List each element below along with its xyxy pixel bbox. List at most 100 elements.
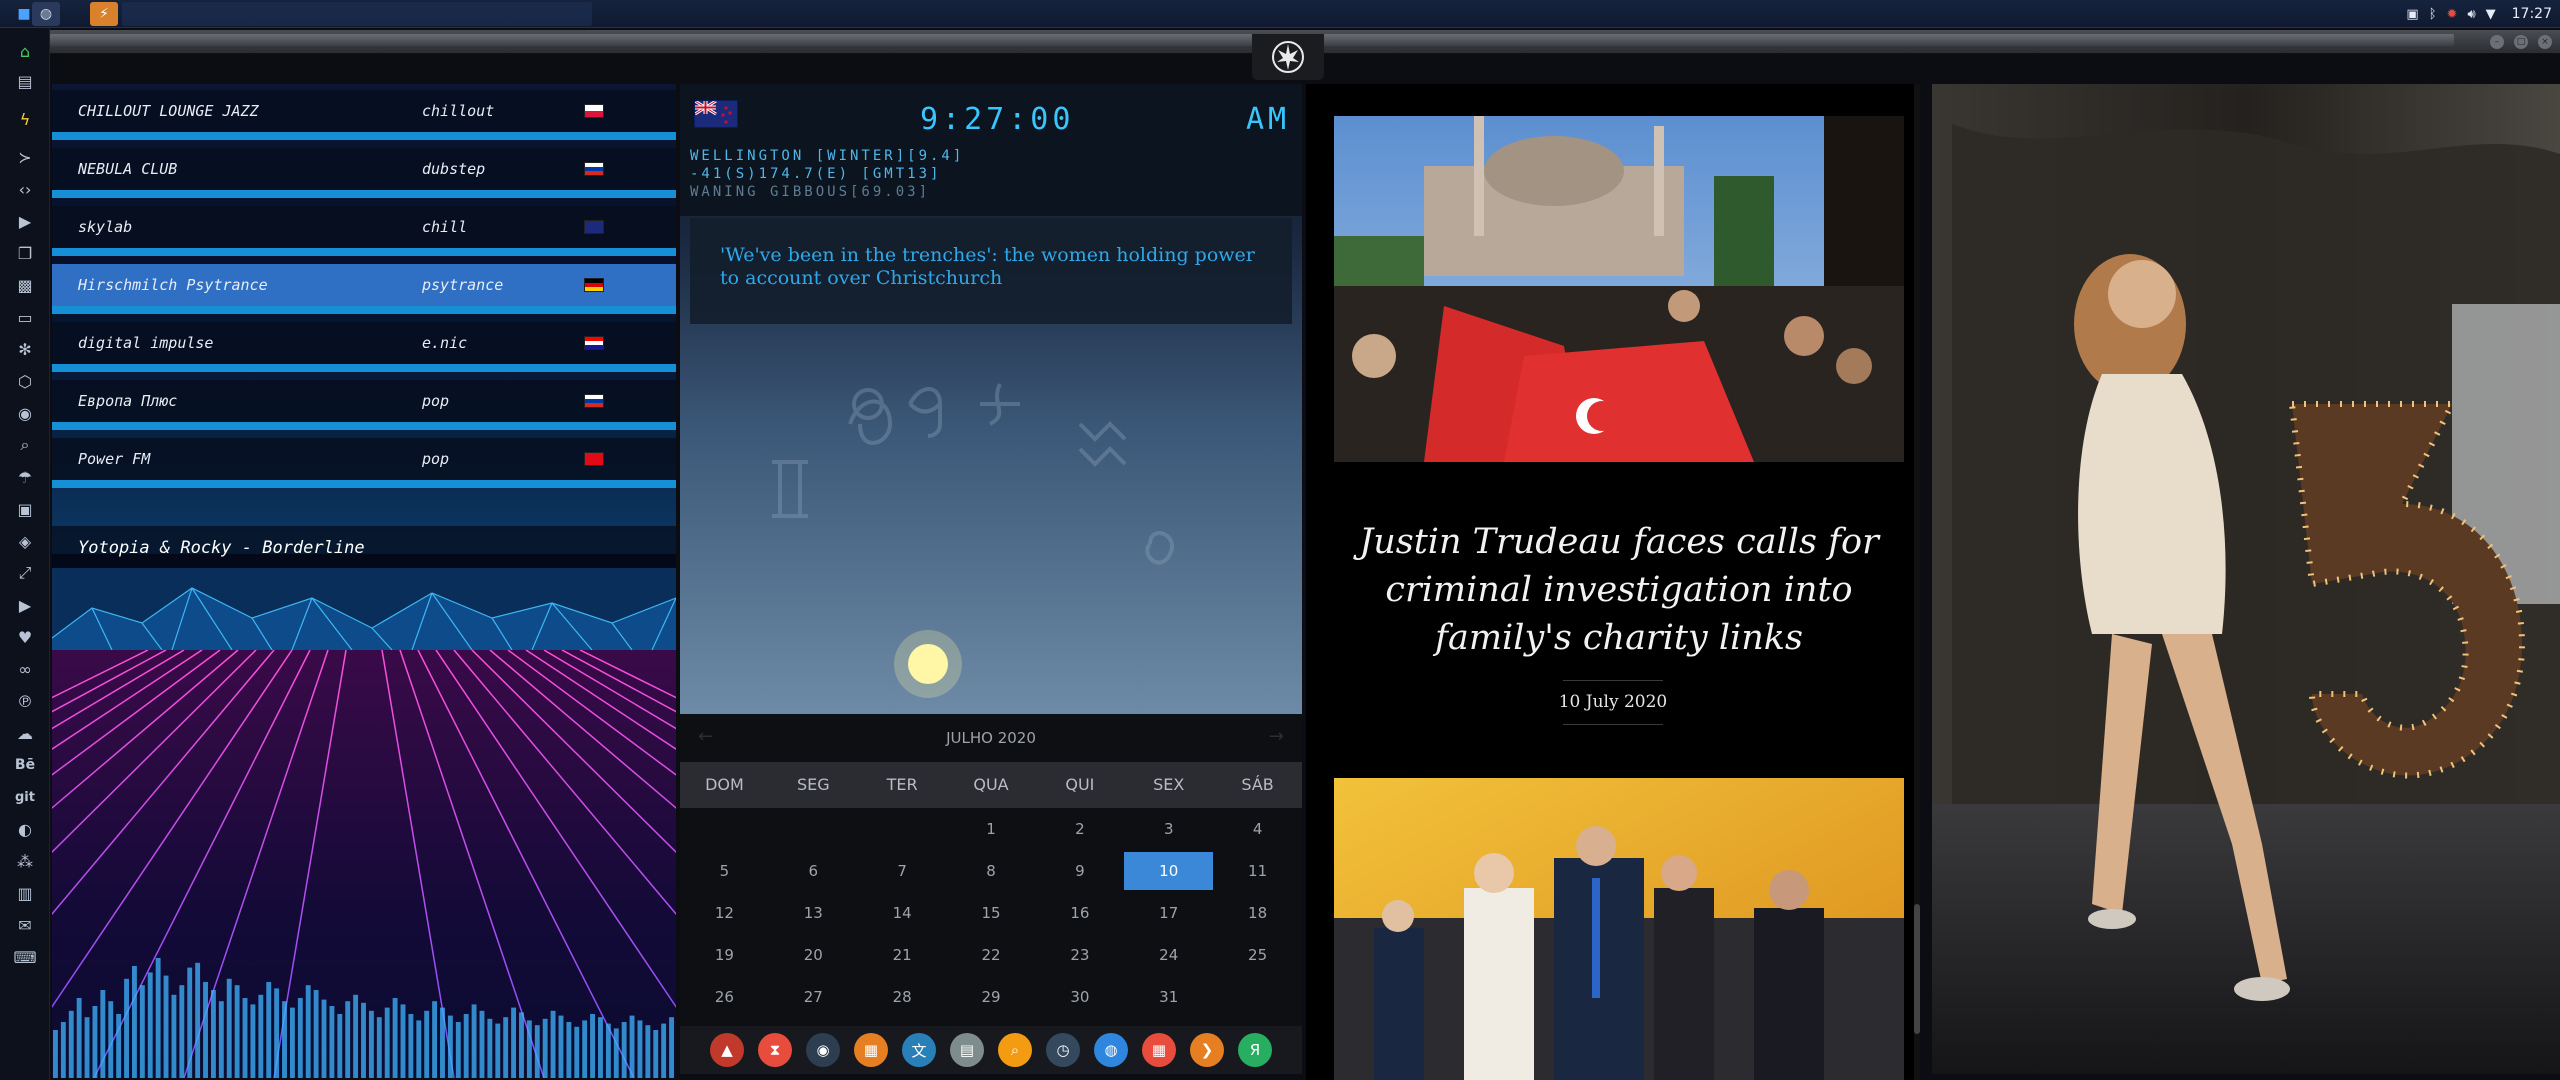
calendar-day[interactable]: 27	[769, 976, 858, 1018]
station-row[interactable]: digital impulse e.nic	[52, 322, 676, 372]
terminal-icon[interactable]: ≻	[12, 144, 38, 170]
calendar-day[interactable]: 29	[947, 976, 1036, 1018]
calendar-app-icon[interactable]: ▦	[1142, 1033, 1176, 1067]
search-app-icon[interactable]: ⌕	[998, 1033, 1032, 1067]
calendar-day[interactable]: 24	[1124, 934, 1213, 976]
link-icon[interactable]: ∞	[12, 656, 38, 682]
screenshot-icon[interactable]: ▣	[2406, 7, 2418, 22]
hourglass-icon[interactable]: ⧗	[758, 1033, 792, 1067]
translator-icon[interactable]: 文	[902, 1033, 936, 1067]
taskbar-area[interactable]	[122, 2, 592, 26]
calendar-day[interactable]: 19	[680, 934, 769, 976]
calendar-day[interactable]: 14	[858, 892, 947, 934]
umbrella-icon[interactable]: ☂	[12, 464, 38, 490]
gear-cog-icon[interactable]: ✻	[12, 336, 38, 362]
expand-icon[interactable]: ⤢	[12, 560, 38, 586]
git-icon[interactable]: git	[12, 784, 38, 810]
volume-icon[interactable]: 🔊︎	[2467, 7, 2475, 22]
pinterest-icon[interactable]: ℗	[12, 688, 38, 714]
youtube-icon[interactable]: ▶	[12, 592, 38, 618]
app-red-icon[interactable]: ▲	[710, 1033, 744, 1067]
calendar-day[interactable]: 1	[947, 808, 1036, 850]
news-photo-trudeau[interactable]	[1334, 778, 1904, 1080]
globe-dock-icon[interactable]: ◉	[12, 400, 38, 426]
keyboard-icon[interactable]: ⌨	[12, 944, 38, 970]
calendar-day[interactable]: 20	[769, 934, 858, 976]
cloud-icon[interactable]: ☁	[12, 720, 38, 746]
calendar-day[interactable]: 25	[1213, 934, 1302, 976]
home-icon[interactable]: ⌂	[12, 38, 38, 64]
station-row[interactable]: NEBULA CLUB dubstep	[52, 148, 676, 198]
settings-icon[interactable]: ✹	[2447, 7, 2458, 22]
calendar-today[interactable]: 10	[1124, 852, 1214, 890]
document-icon[interactable]: ▤	[12, 68, 38, 94]
station-row[interactable]: Hirschmilch Psytrance psytrance	[52, 264, 676, 314]
map-icon[interactable]: ▥	[12, 880, 38, 906]
maximize-icon[interactable]: □	[2514, 35, 2528, 49]
nz-news-card[interactable]: 'We've been in the trenches': the women …	[690, 218, 1292, 324]
news-headline[interactable]: Justin Trudeau faces calls for criminal …	[1334, 518, 1904, 662]
calendar-day[interactable]: 21	[858, 934, 947, 976]
heart-icon[interactable]: ♥	[12, 624, 38, 650]
station-row[interactable]: Power FM pop	[52, 438, 676, 488]
station-row[interactable]: skylab chill	[52, 206, 676, 256]
calendar-day[interactable]: 23	[1035, 934, 1124, 976]
calendar-day[interactable]: 16	[1035, 892, 1124, 934]
mail-icon[interactable]: ✉	[12, 912, 38, 938]
system-monitor-icon[interactable]: ◉	[806, 1033, 840, 1067]
calendar-day[interactable]: 11	[1213, 850, 1302, 892]
calendar-day[interactable]: 30	[1035, 976, 1124, 1018]
bluetooth-icon[interactable]: ᛒ	[2429, 7, 2437, 22]
packages-icon[interactable]: ⁂	[12, 848, 38, 874]
calendar-day[interactable]: 9	[1035, 850, 1124, 892]
card-icon[interactable]: ▭	[12, 304, 38, 330]
calendar-day[interactable]: 13	[769, 892, 858, 934]
calendar-day[interactable]: 12	[680, 892, 769, 934]
calendar-day[interactable]: 2	[1035, 808, 1124, 850]
calendar-day[interactable]: 15	[947, 892, 1036, 934]
play-icon[interactable]: ▶	[12, 208, 38, 234]
station-row[interactable]: Европа Плюс pop	[52, 380, 676, 430]
calendar-day[interactable]: 7	[858, 850, 947, 892]
calendar-day[interactable]: 8	[947, 850, 1036, 892]
code-icon[interactable]: ‹›	[12, 176, 38, 202]
image-viewer-icon[interactable]: ▦	[854, 1033, 888, 1067]
wifi-icon[interactable]: ▼	[2486, 7, 2496, 22]
calendar-day[interactable]: 17	[1124, 892, 1213, 934]
station-row[interactable]: CHILLOUT LOUNGE JAZZ chillout	[52, 90, 676, 140]
notes-icon[interactable]: ▤	[950, 1033, 984, 1067]
system-clock[interactable]: 17:27	[2512, 6, 2552, 22]
copy-icon[interactable]: ❐	[12, 240, 38, 266]
calendar-day[interactable]: 5	[680, 850, 769, 892]
scrollbar-thumb[interactable]	[1914, 904, 1920, 1034]
yandex-icon[interactable]: Я	[1238, 1033, 1272, 1067]
fashion-photo[interactable]	[1932, 84, 2560, 1074]
calendar-day[interactable]: 3	[1124, 808, 1213, 850]
contacts-icon[interactable]: ▣	[12, 496, 38, 522]
calendar-day[interactable]: 4	[1213, 808, 1302, 850]
calendar-day[interactable]: 18	[1213, 892, 1302, 934]
close-icon[interactable]: ×	[2538, 35, 2552, 49]
news-photo-istanbul[interactable]	[1334, 116, 1904, 462]
search-icon[interactable]: ⌕	[12, 432, 38, 458]
bolt-icon[interactable]: ϟ	[12, 106, 38, 132]
tag-icon[interactable]: ◈	[12, 528, 38, 554]
app-launcher-icon[interactable]: ⚡	[90, 2, 118, 26]
minimize-icon[interactable]: –	[2490, 35, 2504, 49]
calendar-day[interactable]: 22	[947, 934, 1036, 976]
news-scrollbar[interactable]	[1914, 84, 1920, 1080]
calendar-day[interactable]: 26	[680, 976, 769, 1018]
image-icon[interactable]: ▩	[12, 272, 38, 298]
behance-icon[interactable]: Bē	[12, 752, 38, 778]
workspace-icon[interactable]: ◍	[32, 2, 60, 26]
calendar-day[interactable]: 6	[769, 850, 858, 892]
globe-icon[interactable]: ◍	[1094, 1033, 1128, 1067]
nz-news-headline[interactable]: 'We've been in the trenches': the women …	[720, 244, 1255, 289]
calendar-day[interactable]: 28	[858, 976, 947, 1018]
calendar-day[interactable]: 31	[1124, 976, 1213, 1018]
hexagon-icon[interactable]: ⬡	[12, 368, 38, 394]
terminal-arrow-icon[interactable]: ❯	[1190, 1033, 1224, 1067]
next-month-button[interactable]: →	[1269, 726, 1284, 747]
github-icon[interactable]: ◐	[12, 816, 38, 842]
clock-app-icon[interactable]: ◷	[1046, 1033, 1080, 1067]
